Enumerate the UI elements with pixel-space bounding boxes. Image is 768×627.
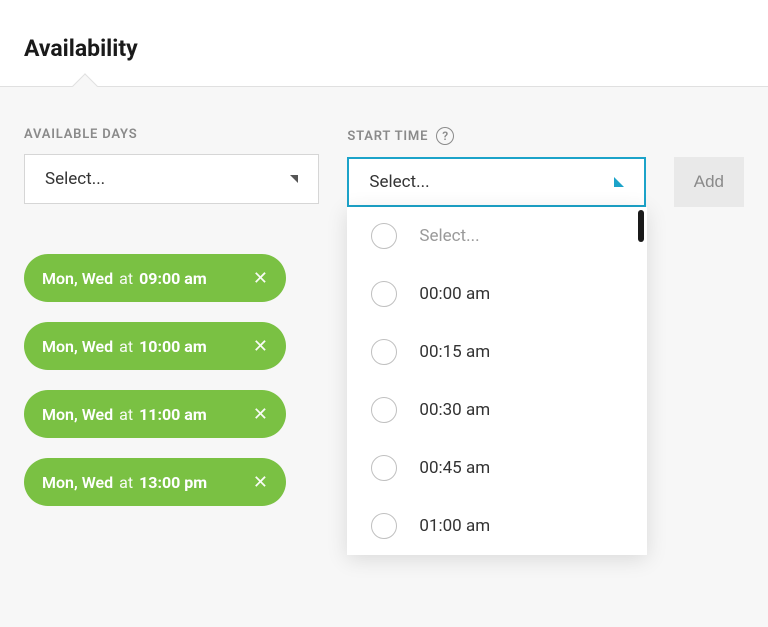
close-icon[interactable]: ✕ xyxy=(253,472,268,493)
add-button[interactable]: Add xyxy=(674,157,744,207)
radio-icon xyxy=(371,281,397,307)
start-time-label-text: START TIME xyxy=(347,129,428,144)
dropdown-option[interactable]: 00:15 am xyxy=(347,323,647,381)
pill-time: 10:00 am xyxy=(139,337,207,356)
radio-icon xyxy=(371,339,397,365)
scrollbar-thumb[interactable] xyxy=(638,210,644,242)
pill-time: 13:00 pm xyxy=(139,473,207,492)
available-days-select[interactable]: Select... xyxy=(24,154,319,204)
pill-time: 11:00 am xyxy=(139,405,207,424)
radio-icon xyxy=(371,455,397,481)
availability-pill: Mon, Wed at 11:00 am ✕ xyxy=(24,390,286,438)
dropdown-option-label: 00:30 am xyxy=(419,400,490,420)
dropdown-option[interactable]: 01:00 am xyxy=(347,497,647,555)
dropdown-option-placeholder[interactable]: Select... xyxy=(347,207,647,265)
start-time-select-value: Select... xyxy=(369,172,429,192)
radio-icon xyxy=(371,513,397,539)
pill-at: at xyxy=(119,269,133,288)
dropdown-option[interactable]: 00:00 am xyxy=(347,265,647,323)
pill-days: Mon, Wed xyxy=(42,269,113,288)
pill-at: at xyxy=(119,337,133,356)
help-icon[interactable]: ? xyxy=(436,127,454,145)
availability-pill: Mon, Wed at 09:00 am ✕ xyxy=(24,254,286,302)
close-icon[interactable]: ✕ xyxy=(253,268,268,289)
dropdown-option[interactable]: 00:30 am xyxy=(347,381,647,439)
available-days-label: AVAILABLE DAYS xyxy=(24,127,319,142)
add-button-column: Add xyxy=(674,127,744,207)
start-time-column: START TIME ? Select... Select... 00:00 a… xyxy=(347,127,645,207)
caret-down-icon xyxy=(614,177,624,187)
radio-icon xyxy=(371,397,397,423)
radio-icon xyxy=(371,223,397,249)
dropdown-option-label: 00:45 am xyxy=(419,458,490,478)
pill-days: Mon, Wed xyxy=(42,473,113,492)
pill-at: at xyxy=(119,405,133,424)
availability-pill: Mon, Wed at 13:00 pm ✕ xyxy=(24,458,286,506)
start-time-dropdown: Select... 00:00 am 00:15 am 00:30 am 00:… xyxy=(347,207,647,555)
start-time-select[interactable]: Select... xyxy=(347,157,645,207)
dropdown-option-label: 00:15 am xyxy=(419,342,490,362)
pill-time: 09:00 am xyxy=(139,269,207,288)
availability-pill: Mon, Wed at 10:00 am ✕ xyxy=(24,322,286,370)
pill-days: Mon, Wed xyxy=(42,405,113,424)
dropdown-option[interactable]: 00:45 am xyxy=(347,439,647,497)
available-days-select-value: Select... xyxy=(45,169,105,189)
start-time-label: START TIME ? xyxy=(347,127,645,145)
dropdown-option-label: 00:00 am xyxy=(419,284,490,304)
dropdown-option-label: 01:00 am xyxy=(419,516,490,536)
caret-down-icon xyxy=(290,175,298,183)
availability-pills-list: Mon, Wed at 09:00 am ✕ Mon, Wed at 10:00… xyxy=(24,254,319,506)
close-icon[interactable]: ✕ xyxy=(253,404,268,425)
dropdown-option-label: Select... xyxy=(419,226,479,246)
close-icon[interactable]: ✕ xyxy=(253,336,268,357)
pill-at: at xyxy=(119,473,133,492)
section-header: Availability xyxy=(0,0,768,87)
content-area: AVAILABLE DAYS Select... Mon, Wed at 09:… xyxy=(0,87,768,627)
page-title: Availability xyxy=(24,35,744,62)
available-days-column: AVAILABLE DAYS Select... Mon, Wed at 09:… xyxy=(24,127,319,506)
pill-days: Mon, Wed xyxy=(42,337,113,356)
